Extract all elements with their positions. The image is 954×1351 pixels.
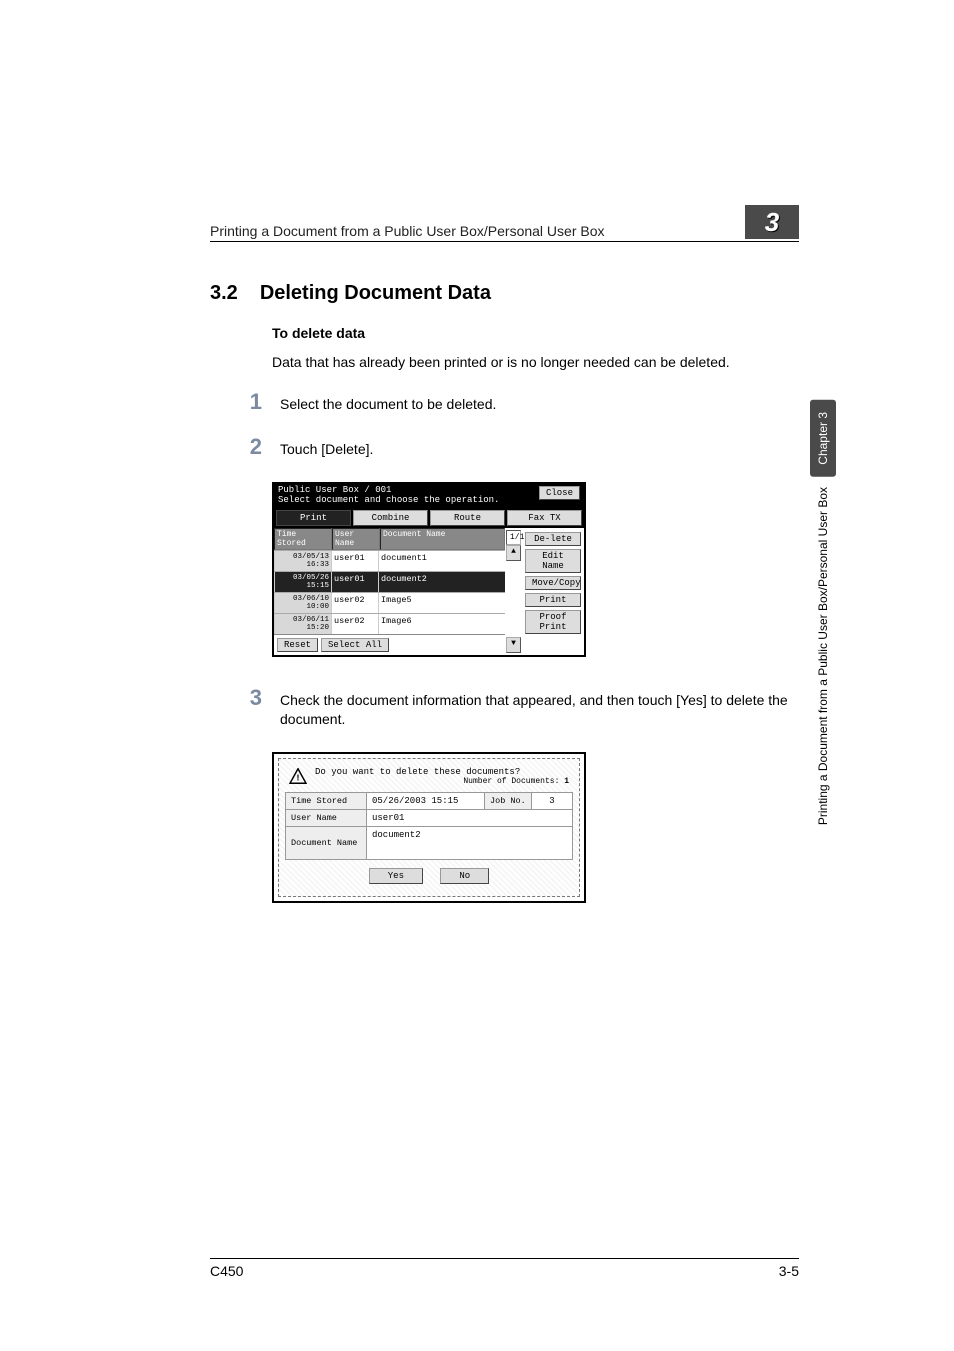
proof-print-button[interactable]: Proof Print	[525, 610, 581, 634]
confirm-job-label: Job No.	[485, 792, 532, 809]
step-text-1: Select the document to be deleted.	[280, 391, 799, 415]
step-text-3: Check the document information that appe…	[280, 687, 799, 730]
no-button[interactable]: No	[440, 868, 489, 884]
scroll-up-icon[interactable]: ▲	[506, 545, 521, 561]
side-chapter-title: Printing a Document from a Public User B…	[816, 487, 830, 845]
side-chapter-tab: Chapter 3	[810, 400, 836, 477]
confirm-time-value: 05/26/2003 15:15	[367, 792, 485, 809]
confirm-user-label: User Name	[286, 809, 367, 826]
section-title: Deleting Document Data	[260, 282, 491, 305]
confirm-time-label: Time Stored	[286, 792, 367, 809]
tab-combine[interactable]: Combine	[353, 510, 428, 526]
yes-button[interactable]: Yes	[369, 868, 423, 884]
tab-fax-tx[interactable]: Fax TX	[507, 510, 582, 526]
svg-text:!: !	[295, 774, 300, 784]
running-title: Printing a Document from a Public User B…	[210, 223, 605, 239]
edit-name-button[interactable]: Edit Name	[525, 549, 581, 573]
cell-time: 03/05/13 16:33	[274, 551, 331, 571]
tab-route[interactable]: Route	[430, 510, 505, 526]
cell-user: user01	[331, 572, 378, 592]
subheading: To delete data	[272, 325, 799, 341]
footer-model: C450	[210, 1263, 243, 1279]
confirm-doc-label: Document Name	[286, 826, 367, 859]
confirm-job-value: 3	[532, 792, 573, 809]
page-indicator: 1/1	[506, 530, 521, 545]
step-number-2: 2	[240, 436, 262, 458]
step-number-3: 3	[240, 687, 262, 709]
warning-icon: !	[289, 768, 307, 784]
numdocs-value: 1	[564, 777, 569, 786]
col-time-stored[interactable]: Time Stored	[274, 528, 332, 550]
confirm-user-value: user01	[367, 809, 573, 826]
cell-doc: Image5	[378, 593, 505, 613]
box-number: / 001	[364, 485, 391, 495]
numdocs-label: Number of Documents:	[463, 777, 559, 786]
cell-doc: Image6	[378, 614, 505, 634]
tab-print[interactable]: Print	[276, 510, 351, 526]
box-label: Public User Box	[278, 485, 359, 495]
table-row[interactable]: 03/05/13 16:33 user01 document1	[274, 550, 505, 571]
close-button[interactable]: Close	[539, 486, 580, 500]
cell-user: user02	[331, 593, 378, 613]
confirm-question: Do you want to delete these documents?	[315, 767, 569, 777]
intro-paragraph: Data that has already been printed or is…	[272, 353, 799, 373]
footer-page: 3-5	[779, 1263, 799, 1279]
table-row[interactable]: 03/06/10 10:00 user02 Image5	[274, 592, 505, 613]
scroll-down-icon[interactable]: ▼	[506, 637, 521, 653]
step-text-2: Touch [Delete].	[280, 436, 799, 460]
cell-user: user02	[331, 614, 378, 634]
cell-time: 03/06/11 15:20	[274, 614, 331, 634]
move-copy-button[interactable]: Move/Copy	[525, 576, 581, 590]
confirm-doc-value: document2	[367, 826, 573, 859]
cell-time: 03/06/10 10:00	[274, 593, 331, 613]
section-number: 3.2	[210, 282, 238, 305]
cell-doc: document1	[378, 551, 505, 571]
table-row[interactable]: 03/05/26 15:15 user01 document2	[274, 571, 505, 592]
panel-instruction: Select document and choose the operation…	[278, 495, 499, 505]
cell-doc: document2	[378, 572, 505, 592]
step-number-1: 1	[240, 391, 262, 413]
table-row[interactable]: 03/06/11 15:20 user02 Image6	[274, 613, 505, 634]
reset-button[interactable]: Reset	[277, 638, 318, 652]
cell-time: 03/05/26 15:15	[274, 572, 331, 592]
print-button[interactable]: Print	[525, 593, 581, 607]
select-all-button[interactable]: Select All	[321, 638, 389, 652]
delete-button[interactable]: De-lete	[525, 532, 581, 546]
col-document-name[interactable]: Document Name	[380, 528, 505, 550]
col-user-name[interactable]: User Name	[332, 528, 380, 550]
chapter-number-box: 3	[745, 205, 799, 239]
ui-screenshot-box-list: Public User Box / 001 Select document an…	[272, 482, 586, 657]
cell-user: user01	[331, 551, 378, 571]
ui-screenshot-confirm-delete: ! Do you want to delete these documents?…	[272, 752, 586, 903]
